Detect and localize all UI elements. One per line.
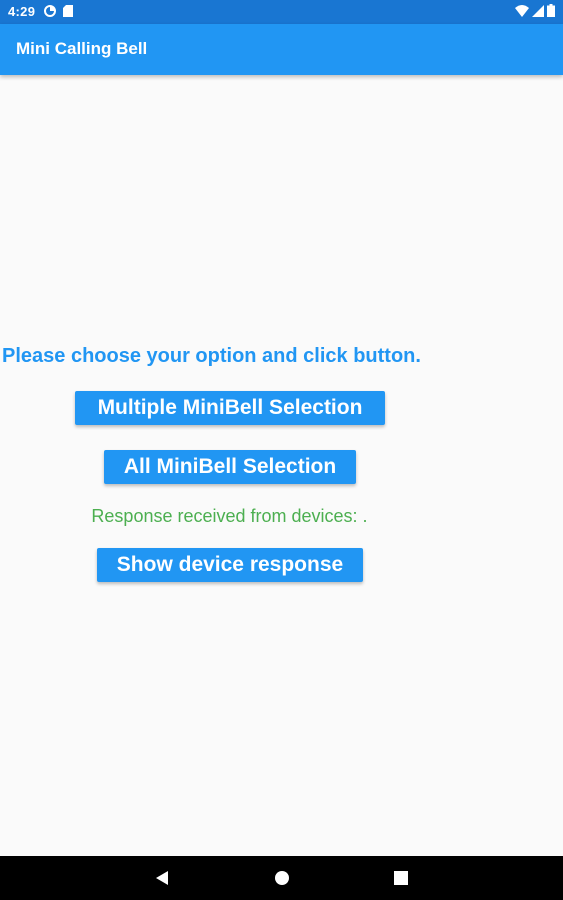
- back-icon[interactable]: [152, 868, 172, 888]
- multiple-minibell-selection-button[interactable]: Multiple MiniBell Selection: [75, 391, 385, 425]
- show-device-response-button[interactable]: Show device response: [97, 548, 363, 582]
- recents-icon[interactable]: [391, 868, 411, 888]
- app-bar: Mini Calling Bell: [0, 24, 563, 75]
- wifi-icon: [515, 4, 529, 20]
- sd-card-icon: [63, 5, 73, 20]
- status-bar: 4:29: [0, 0, 563, 24]
- status-time: 4:29: [8, 4, 36, 19]
- prompt-text: Please choose your option and click butt…: [2, 345, 421, 367]
- signal-icon: [532, 4, 544, 20]
- status-right-icons: [515, 4, 555, 20]
- home-icon[interactable]: [272, 868, 292, 888]
- app-title: Mini Calling Bell: [16, 39, 148, 58]
- screen: 4:29 Mini Calling Bell Please choose you…: [0, 0, 563, 900]
- device-response-text: Response received from devices: .: [91, 506, 368, 526]
- data-saver-icon: [44, 5, 56, 20]
- status-left-icons: [44, 5, 73, 20]
- battery-icon: [547, 4, 555, 20]
- navigation-bar: [0, 856, 563, 900]
- all-minibell-selection-button[interactable]: All MiniBell Selection: [104, 450, 356, 484]
